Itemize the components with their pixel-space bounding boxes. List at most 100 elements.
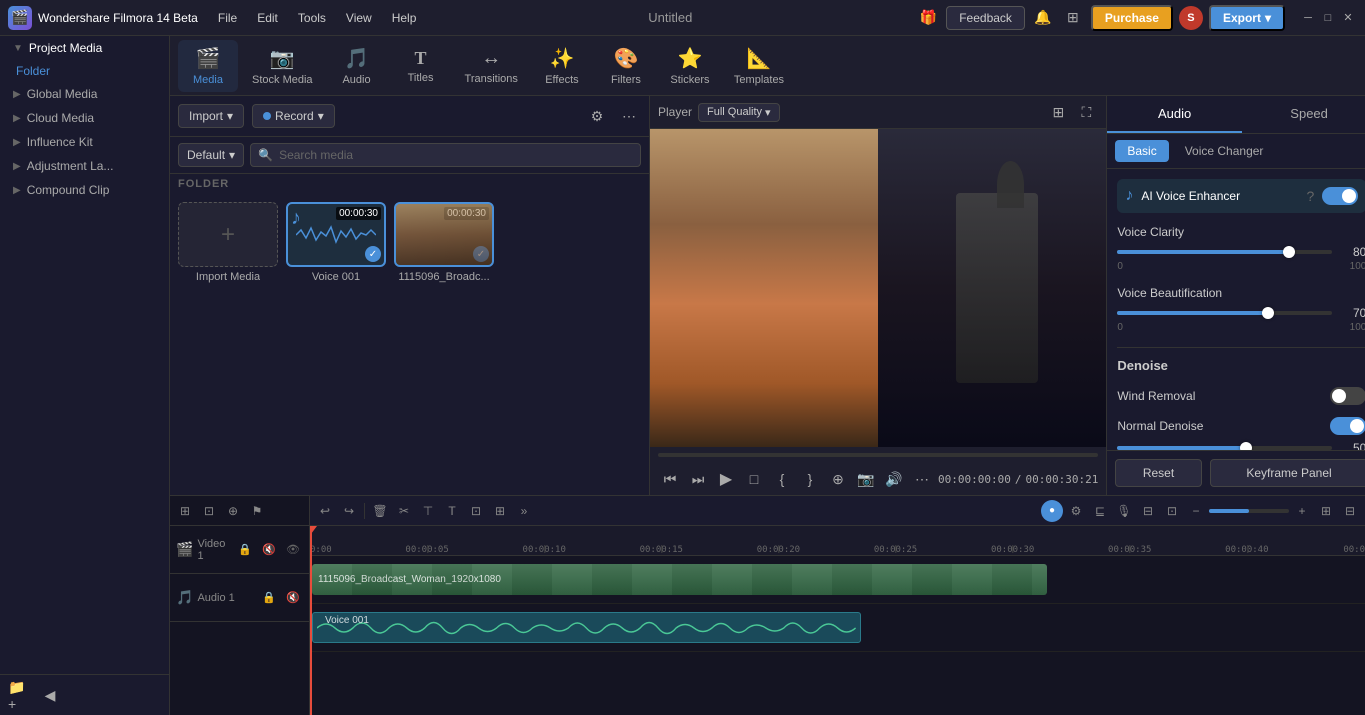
delete-button[interactable]: 🗑 — [369, 500, 391, 522]
split-button[interactable]: ⊤ — [417, 500, 439, 522]
timeline-lock-icon[interactable]: ⚑ — [246, 500, 268, 522]
split-view-icon[interactable]: ⊞ — [1046, 100, 1070, 124]
more-timeline-button[interactable]: » — [513, 500, 535, 522]
collapse-icon[interactable]: ◀ — [38, 683, 62, 707]
playback-progress-bar[interactable] — [658, 453, 1098, 457]
default-dropdown[interactable]: Default ▾ — [178, 143, 244, 167]
more-playback-button[interactable]: ⋯ — [910, 467, 934, 491]
timeline-magnet-icon[interactable]: ⊕ — [222, 500, 244, 522]
normal-denoise-thumb[interactable] — [1240, 442, 1252, 450]
list-item[interactable]: ♪ 00:00:30 ✓ Voice 001 — [286, 202, 386, 487]
export-button[interactable]: Export ▾ — [1209, 5, 1285, 31]
rewind-button[interactable]: ⏮ — [658, 467, 682, 491]
more-icon[interactable]: ⋯ — [617, 104, 641, 128]
sidebar-item-global-media[interactable]: ▶ Global Media — [0, 82, 169, 106]
help-icon[interactable]: ? — [1307, 188, 1315, 204]
sidebar-item-project-media[interactable]: ▼ Project Media — [0, 36, 169, 60]
menu-tools[interactable]: Tools — [290, 7, 334, 29]
subtab-voice-changer[interactable]: Voice Changer — [1173, 140, 1276, 162]
audio-button[interactable]: 🔊 — [882, 467, 906, 491]
grid-icon[interactable]: ⊞ — [1061, 6, 1085, 30]
reset-button[interactable]: Reset — [1115, 459, 1201, 487]
settings-icon[interactable]: ⚙ — [1065, 500, 1087, 522]
keyframe-panel-button[interactable]: Keyframe Panel — [1210, 459, 1365, 487]
voice-clarity-thumb[interactable] — [1283, 246, 1295, 258]
zoom-slider[interactable] — [1209, 509, 1289, 513]
voice-beautification-thumb[interactable] — [1262, 307, 1274, 319]
layout-icon[interactable]: ⊞ — [1315, 500, 1337, 522]
playhead[interactable] — [310, 526, 312, 715]
normal-denoise-slider[interactable] — [1117, 446, 1332, 450]
fullscreen-icon[interactable]: ⛶ — [1074, 100, 1098, 124]
search-input[interactable] — [250, 143, 641, 167]
tool-filters[interactable]: 🎨 Filters — [596, 40, 656, 92]
add-folder-icon[interactable]: 📁+ — [8, 683, 32, 707]
text-button[interactable]: T — [441, 500, 463, 522]
crop-button[interactable]: ⊡ — [465, 500, 487, 522]
voice-icon[interactable]: 🎙 — [1113, 500, 1135, 522]
normal-denoise-toggle[interactable] — [1330, 417, 1365, 435]
subtitle-icon[interactable]: ⊟ — [1137, 500, 1159, 522]
video-clip[interactable]: 1115096_Broadcast_Woman_1920x1080 — [312, 564, 1047, 595]
tab-speed[interactable]: Speed — [1242, 96, 1365, 133]
sidebar-item-cloud-media[interactable]: ▶ Cloud Media — [0, 106, 169, 130]
audio-lock-button[interactable]: 🔒 — [259, 588, 279, 608]
timeline-snap-icon[interactable]: ⊡ — [198, 500, 220, 522]
gift-icon[interactable]: 🎁 — [916, 6, 940, 30]
tool-stickers[interactable]: ⭐ Stickers — [660, 40, 720, 92]
step-back-button[interactable]: ⏭ — [686, 467, 710, 491]
video-eye-button[interactable]: 👁 — [283, 540, 303, 560]
close-button[interactable]: ✕ — [1339, 9, 1357, 27]
sidebar-item-compound-clip[interactable]: ▶ Compound Clip — [0, 178, 169, 202]
grid-icon-timeline[interactable]: ⊟ — [1339, 500, 1361, 522]
video-lock-button[interactable]: 🔒 — [235, 540, 255, 560]
mark-in-button[interactable]: { — [770, 467, 794, 491]
menu-view[interactable]: View — [338, 7, 380, 29]
tool-media[interactable]: 🎬 Media — [178, 40, 238, 92]
tab-audio[interactable]: Audio — [1107, 96, 1242, 133]
video-mute-button[interactable]: 🔇 — [259, 540, 279, 560]
cut-button[interactable]: ✂ — [393, 500, 415, 522]
link-button[interactable]: ⊞ — [489, 500, 511, 522]
list-item[interactable]: + Import Media — [178, 202, 278, 487]
list-item[interactable]: 00:00:30 ✓ 1115096_Broadc... — [394, 202, 494, 487]
import-media-thumb[interactable]: + — [178, 202, 278, 267]
tool-effects[interactable]: ✨ Effects — [532, 40, 592, 92]
zoom-in-icon[interactable]: + — [1291, 500, 1313, 522]
feedback-button[interactable]: Feedback — [946, 6, 1025, 30]
zoom-out-icon[interactable]: − — [1185, 500, 1207, 522]
voice-clarity-slider[interactable] — [1117, 250, 1332, 254]
sidebar-item-adjustment-la[interactable]: ▶ Adjustment La... — [0, 154, 169, 178]
menu-edit[interactable]: Edit — [249, 7, 286, 29]
pip-icon[interactable]: ⊡ — [1161, 500, 1183, 522]
voice-001-thumb[interactable]: ♪ 00:00:30 ✓ — [286, 202, 386, 267]
audio-clip[interactable]: Voice 001 — [312, 612, 861, 643]
menu-file[interactable]: File — [210, 7, 245, 29]
undo-button[interactable]: ↩ — [314, 500, 336, 522]
purchase-button[interactable]: Purchase — [1091, 5, 1173, 31]
maximize-button[interactable]: □ — [1319, 9, 1337, 27]
tool-stock-media[interactable]: 📷 Stock Media — [242, 40, 323, 92]
wind-removal-toggle[interactable] — [1330, 387, 1365, 405]
square-button[interactable]: □ — [742, 467, 766, 491]
timeline-layout-icon[interactable]: ⊞ — [174, 500, 196, 522]
voice-enhancer-toggle[interactable] — [1322, 187, 1358, 205]
mark-out-button[interactable]: } — [798, 467, 822, 491]
filter-icon[interactable]: ⚙ — [585, 104, 609, 128]
subtab-basic[interactable]: Basic — [1115, 140, 1168, 162]
minimize-button[interactable]: ─ — [1299, 9, 1317, 27]
tool-titles[interactable]: T Titles — [391, 42, 451, 90]
record-button[interactable]: Record ▾ — [252, 104, 335, 128]
play-button[interactable]: ▶ — [714, 467, 738, 491]
redo-button[interactable]: ↪ — [338, 500, 360, 522]
sidebar-item-folder[interactable]: Folder — [0, 60, 169, 82]
menu-help[interactable]: Help — [384, 7, 425, 29]
tool-templates[interactable]: 📐 Templates — [724, 40, 794, 92]
notification-icon[interactable]: 🔔 — [1031, 6, 1055, 30]
sidebar-item-influence-kit[interactable]: ▶ Influence Kit — [0, 130, 169, 154]
quality-button[interactable]: Full Quality ▾ — [698, 103, 780, 122]
avatar[interactable]: S — [1179, 6, 1203, 30]
import-button[interactable]: Import ▾ — [178, 104, 244, 128]
add-marker-button[interactable]: ⊕ — [826, 467, 850, 491]
tool-audio[interactable]: 🎵 Audio — [327, 40, 387, 92]
